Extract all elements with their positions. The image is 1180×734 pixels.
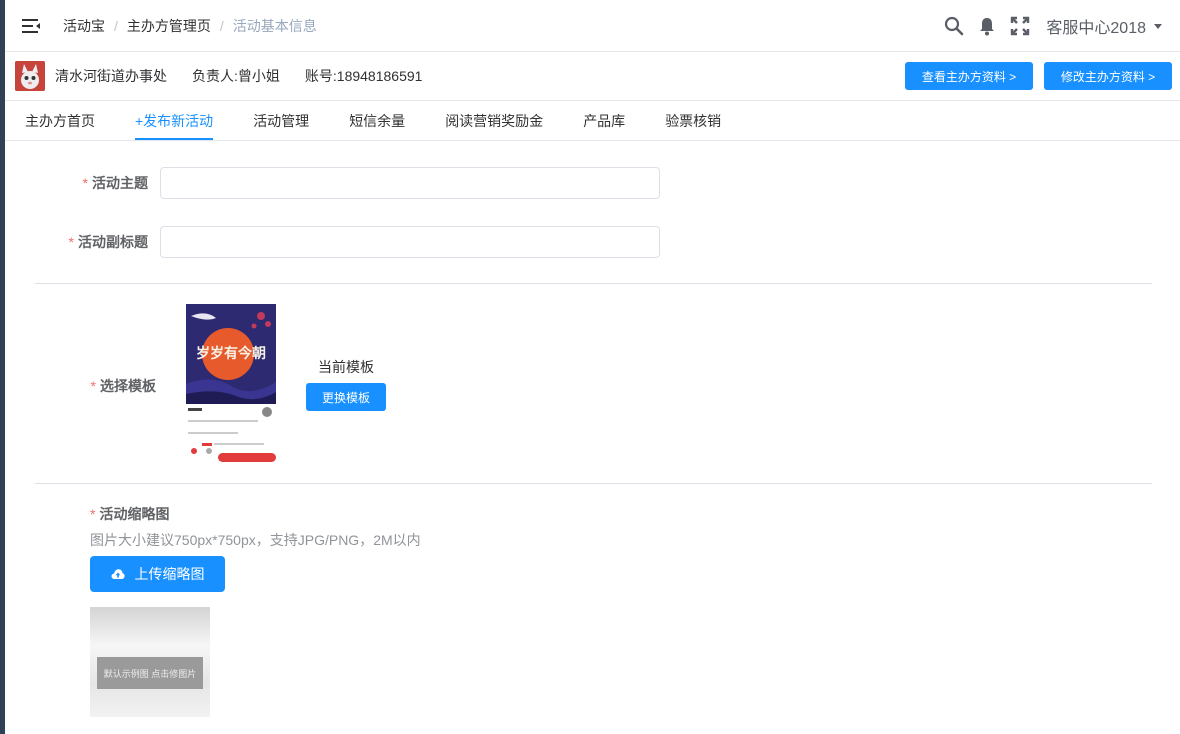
breadcrumb: 活动宝 / 主办方管理页 / 活动基本信息 bbox=[63, 16, 317, 36]
breadcrumb-home[interactable]: 活动宝 bbox=[63, 16, 105, 36]
tab-sms-balance[interactable]: 短信余量 bbox=[349, 101, 405, 140]
app-root: 活动宝 / 主办方管理页 / 活动基本信息 客服中心2018 清水河街道办事处 … bbox=[5, 0, 1180, 734]
thumbnail-hint: 图片大小建议750px*750px，支持JPG/PNG，2M以内 bbox=[90, 532, 421, 548]
top-navbar: 活动宝 / 主办方管理页 / 活动基本信息 客服中心2018 bbox=[5, 0, 1180, 52]
tab-reading-reward[interactable]: 阅读营销奖励金 bbox=[445, 101, 543, 140]
avatar bbox=[15, 61, 45, 91]
organizer-bar: 清水河街道办事处 负责人:曾小姐 账号:18948186591 查看主办方资料 … bbox=[5, 52, 1180, 101]
user-menu[interactable]: 客服中心2018 bbox=[1046, 14, 1162, 38]
tab-organizer-home[interactable]: 主办方首页 bbox=[25, 101, 95, 140]
breadcrumb-separator: / bbox=[114, 17, 118, 34]
template-preview[interactable]: 岁岁有今朝 bbox=[186, 304, 276, 464]
breadcrumb-current: 活动基本信息 bbox=[232, 17, 317, 34]
search-icon[interactable] bbox=[944, 16, 964, 36]
view-organizer-button[interactable]: 查看主办方资料 > bbox=[905, 62, 1033, 90]
tab-activity-management[interactable]: 活动管理 bbox=[253, 101, 309, 140]
change-template-button[interactable]: 更换模板 bbox=[306, 383, 386, 411]
title-label: * 活动主题 bbox=[82, 175, 148, 191]
breadcrumb-separator: / bbox=[219, 17, 224, 34]
form-row-subtitle: * 活动副标题 bbox=[5, 226, 660, 258]
user-name: 客服中心2018 bbox=[1046, 20, 1146, 37]
thumbnail-caption: 默认示例图 点击修图片 bbox=[97, 657, 203, 689]
tab-publish-activity[interactable]: +发布新活动 bbox=[135, 101, 214, 140]
hamburger-icon[interactable] bbox=[22, 18, 40, 33]
organizer-account: 账号:18948186591 bbox=[304, 68, 423, 84]
subtitle-input[interactable] bbox=[160, 226, 660, 258]
breadcrumb-organizer[interactable]: 主办方管理页 bbox=[127, 16, 211, 36]
fullscreen-icon[interactable] bbox=[1010, 16, 1030, 36]
divider bbox=[35, 283, 1152, 284]
tab-product-library[interactable]: 产品库 bbox=[583, 101, 625, 140]
thumbnail-preview[interactable]: 默认示例图 点击修图片 bbox=[90, 607, 210, 717]
poster-title: 岁岁有今朝 bbox=[196, 345, 266, 362]
form-row-title: * 活动主题 bbox=[5, 167, 660, 199]
organizer-name: 清水河街道办事处 bbox=[55, 68, 167, 84]
edit-organizer-button[interactable]: 修改主办方资料 > bbox=[1044, 62, 1172, 90]
upload-thumbnail-label: 上传缩略图 bbox=[134, 566, 205, 582]
bell-icon[interactable] bbox=[978, 16, 996, 36]
header-actions: 客服中心2018 bbox=[930, 0, 1162, 52]
template-label: * 选择模板 bbox=[90, 378, 156, 394]
tab-bar: 主办方首页 +发布新活动 活动管理 短信余量 阅读营销奖励金 产品库 验票核销 bbox=[5, 101, 1180, 141]
organizer-contact: 负责人:曾小姐 bbox=[192, 68, 280, 84]
organizer-actions: 查看主办方资料 > 修改主办方资料 > bbox=[894, 62, 1172, 90]
tab-ticket-verify[interactable]: 验票核销 bbox=[665, 101, 721, 140]
current-template-label: 当前模板 bbox=[318, 359, 374, 375]
upload-thumbnail-button[interactable]: 上传缩略图 bbox=[90, 556, 225, 592]
divider bbox=[35, 483, 1152, 484]
subtitle-label: * 活动副标题 bbox=[68, 234, 148, 250]
thumbnail-label: * 活动缩略图 bbox=[90, 506, 170, 522]
cloud-upload-icon bbox=[111, 569, 125, 579]
caret-down-icon bbox=[1154, 23, 1162, 29]
title-input[interactable] bbox=[160, 167, 660, 199]
